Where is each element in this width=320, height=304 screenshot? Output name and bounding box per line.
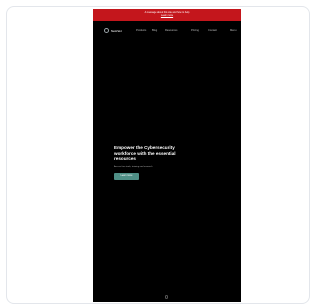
mobile-page-preview: A message about this site and how to hel… bbox=[93, 9, 241, 302]
nav-item-products[interactable]: Products bbox=[136, 29, 146, 32]
scroll-indicator-icon bbox=[165, 295, 168, 299]
announcement-banner: A message about this site and how to hel… bbox=[93, 9, 241, 21]
hero-title: Empower the Cybersecurity workforce with… bbox=[114, 145, 176, 162]
site-logo[interactable]: SemVer bbox=[104, 28, 122, 33]
brand-name: SemVer bbox=[111, 28, 123, 33]
logo-icon bbox=[104, 28, 109, 33]
nav-item-resources[interactable]: Resources bbox=[165, 29, 177, 32]
nav-item-contact[interactable]: Contact bbox=[208, 29, 217, 32]
menu-button[interactable]: Menu bbox=[230, 29, 237, 32]
hero-subtitle: Access free tools, training and research bbox=[114, 165, 153, 168]
hero-section: Empower the Cybersecurity workforce with… bbox=[114, 145, 224, 180]
hero-cta-button[interactable]: Learn more bbox=[114, 172, 139, 180]
nav-item-pricing[interactable]: Pricing bbox=[191, 29, 199, 32]
nav-item-blog[interactable]: Blog bbox=[152, 29, 157, 32]
top-navigation: SemVer Products Blog Resources Pricing C… bbox=[93, 21, 241, 43]
banner-link[interactable]: Learn more bbox=[93, 14, 241, 17]
